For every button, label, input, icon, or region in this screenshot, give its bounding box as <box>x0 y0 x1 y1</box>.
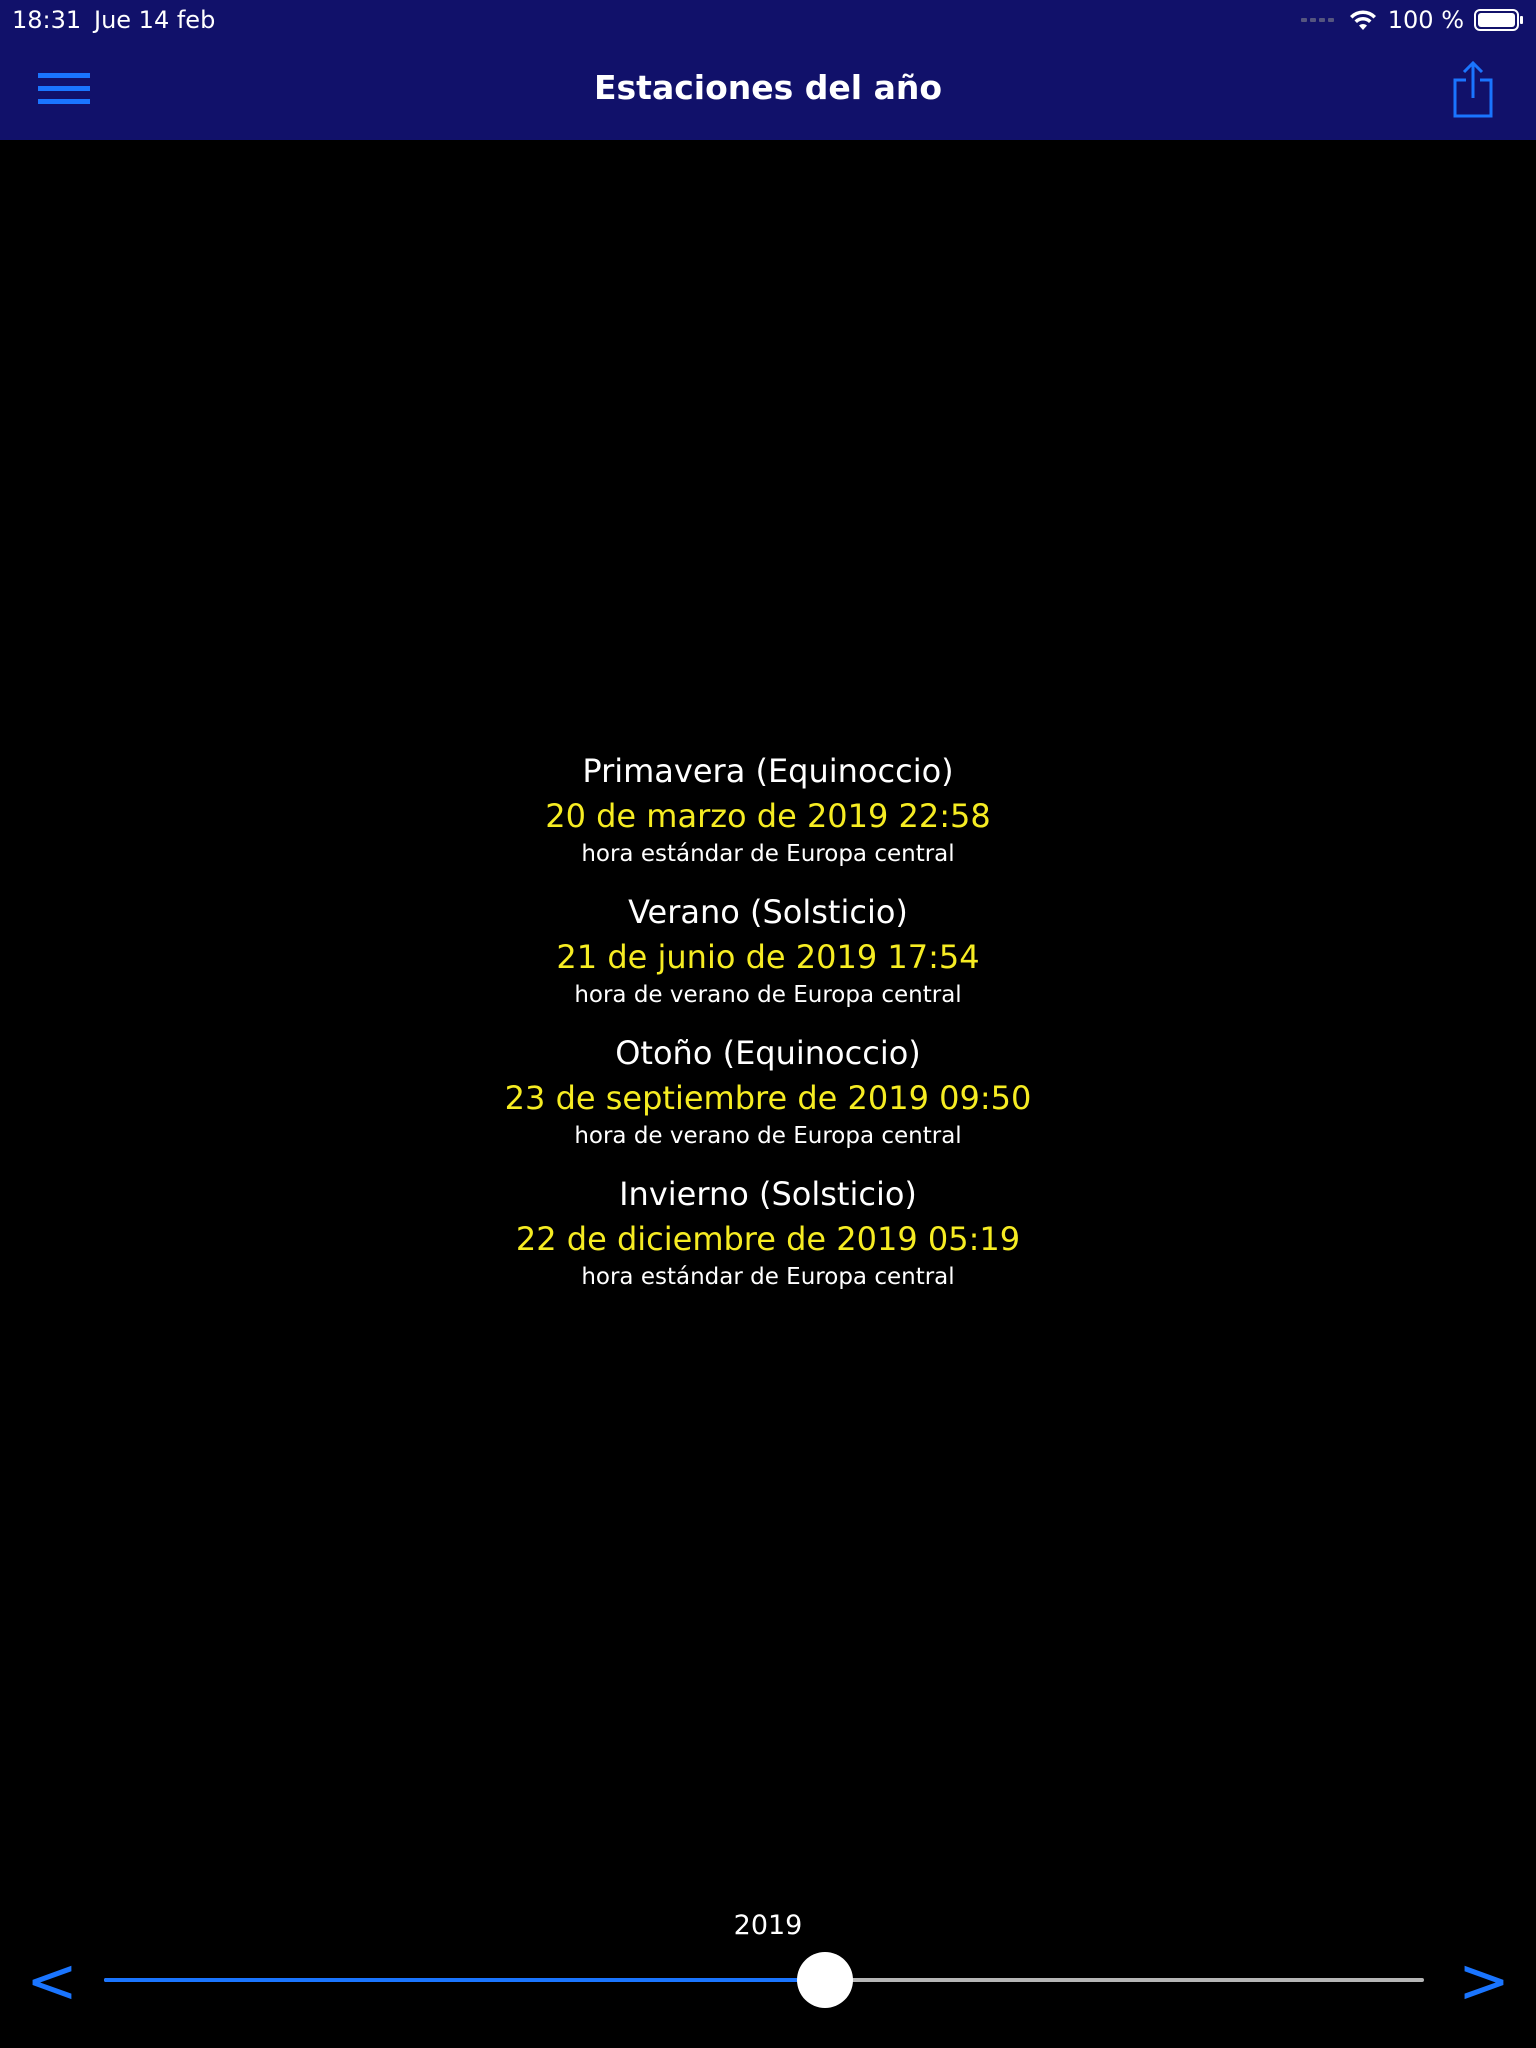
status-bar: 18:31 Jue 14 feb 100 % <box>0 0 1536 40</box>
wifi-icon <box>1349 10 1376 30</box>
previous-year-button[interactable]: < <box>26 1946 78 2016</box>
nav-bar: Estaciones del año <box>0 40 1536 140</box>
slider-thumb[interactable] <box>796 1952 853 2008</box>
season-autumn: Otoño (Equinoccio) 23 de septiembre de 2… <box>0 1030 1536 1171</box>
next-year-button[interactable]: > <box>1458 1946 1510 2016</box>
season-timezone: hora de verano de Europa central <box>574 1123 962 1149</box>
season-name: Otoño (Equinoccio) <box>615 1034 921 1072</box>
season-timezone: hora de verano de Europa central <box>574 982 962 1008</box>
season-winter: Invierno (Solsticio) 22 de diciembre de … <box>0 1171 1536 1312</box>
status-time: 18:31 <box>12 6 82 34</box>
share-icon <box>1453 60 1493 118</box>
season-name: Verano (Solsticio) <box>628 893 908 931</box>
season-timezone: hora estándar de Europa central <box>581 1264 955 1290</box>
season-date: 23 de septiembre de 2019 09:50 <box>504 1079 1032 1117</box>
page-title: Estaciones del año <box>593 68 942 107</box>
season-name: Invierno (Solsticio) <box>619 1175 917 1213</box>
season-summer: Verano (Solsticio) 21 de junio de 2019 1… <box>0 889 1536 1030</box>
seasons-list: Primavera (Equinoccio) 20 de marzo de 20… <box>0 748 1536 1312</box>
battery-icon <box>1474 9 1523 31</box>
season-spring: Primavera (Equinoccio) 20 de marzo de 20… <box>0 748 1536 889</box>
status-date: Jue 14 feb <box>94 6 216 34</box>
battery-percent: 100 % <box>1387 6 1464 34</box>
status-right: 100 % <box>1300 4 1524 36</box>
season-name: Primavera (Equinoccio) <box>582 752 954 790</box>
year-slider[interactable] <box>104 1952 1424 2008</box>
year-label: 2019 <box>733 1910 803 1941</box>
slider-fill <box>104 1978 825 1982</box>
season-date: 22 de diciembre de 2019 05:19 <box>515 1220 1021 1258</box>
season-date: 21 de junio de 2019 17:54 <box>556 938 980 976</box>
signal-icon <box>1300 18 1334 22</box>
season-date: 20 de marzo de 2019 22:58 <box>545 797 991 835</box>
share-button[interactable] <box>1450 60 1496 120</box>
season-timezone: hora estándar de Europa central <box>581 841 955 867</box>
